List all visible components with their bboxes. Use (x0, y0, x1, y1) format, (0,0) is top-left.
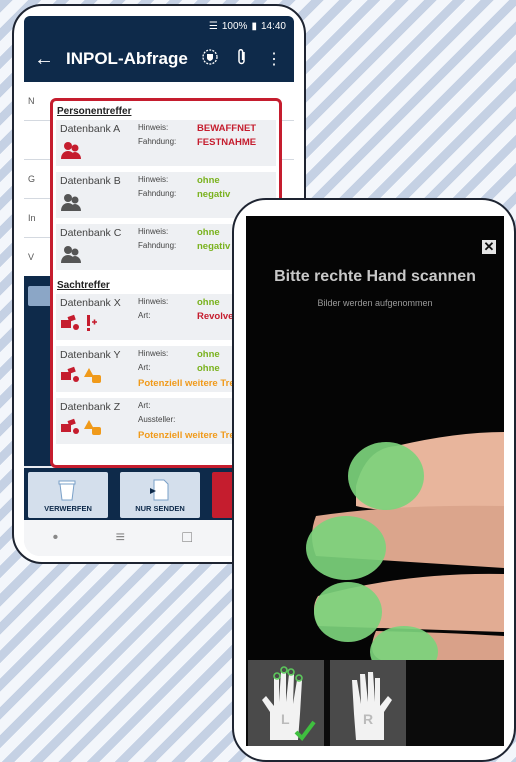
field-label: Fahndung: (138, 137, 177, 146)
back-arrow-icon[interactable]: ← (34, 48, 54, 71)
field-value: ohne (197, 363, 220, 374)
field-value: negativ (197, 241, 231, 252)
close-icon[interactable]: ✕ (482, 240, 496, 254)
discard-label: VERWERFEN (44, 504, 92, 513)
field-value: ohne (197, 297, 220, 308)
right-hand-thumb[interactable]: R (330, 660, 406, 746)
paperclip-icon[interactable] (232, 48, 252, 71)
person-alert-icon (60, 140, 82, 165)
section-title-persons: Personentreffer (57, 106, 132, 117)
scan-subtitle: Bilder werden aufgenommen (317, 298, 433, 308)
phone-right: ✕ Bitte rechte Hand scannen Bilder werde… (232, 198, 516, 762)
field-label: Fahndung: (138, 189, 177, 198)
field-label: Art: (138, 311, 151, 320)
clock: 14:40 (260, 20, 286, 32)
field-label: Hinweis: (138, 297, 169, 306)
field-label: Hinweis: (138, 349, 169, 358)
discard-button[interactable]: VERWERFEN (28, 472, 108, 518)
overflow-menu-icon[interactable]: ⋮ (264, 49, 284, 69)
alert-exclamation-icon (84, 314, 98, 337)
police-badge-icon (200, 48, 220, 71)
field-value: ohne (197, 175, 220, 186)
right-hand-icon: R (352, 672, 392, 740)
right-hand-letter: R (363, 711, 373, 727)
weapon-icon (60, 366, 80, 389)
battery-icon: ▮ (251, 20, 257, 32)
person-hit-a[interactable]: Datenbank A Hinweis: BEWAFFNET Fahndung:… (56, 120, 276, 166)
field-label: Art: (138, 363, 151, 372)
warning-hand-icon (84, 368, 102, 389)
database-name: Datenbank C (60, 227, 122, 239)
wifi-icon: ☰ (208, 20, 218, 32)
field-value: FESTNAHME (197, 137, 257, 148)
field-label: Hinweis: (138, 175, 169, 184)
database-name: Datenbank A (60, 123, 121, 135)
send-only-button[interactable]: NUR SENDEN (120, 472, 200, 518)
nav-dot-icon[interactable]: • (53, 529, 59, 547)
field-label: Hinweis: (138, 123, 169, 132)
send-document-icon (148, 478, 172, 504)
left-hand-letter: L (281, 711, 290, 727)
weapon-icon (60, 314, 80, 337)
field-value: negativ (197, 189, 231, 200)
field-value: ohne (197, 227, 220, 238)
field-label: Aussteller: (138, 415, 176, 424)
database-name: Datenbank Y (60, 349, 121, 361)
field-label: Hinweis: (138, 227, 169, 236)
send-only-label: NUR SENDEN (135, 504, 185, 513)
app-bar: ← INPOL-Abfrage ⋮ (24, 36, 294, 82)
fingertip-overlay (306, 516, 386, 580)
status-bar: ☰ 100% ▮ 14:40 (24, 16, 294, 36)
field-label: Art: (138, 401, 151, 410)
warning-hand-icon (84, 420, 102, 441)
trash-icon (56, 478, 78, 504)
recent-apps-icon[interactable]: ≡ (116, 529, 125, 547)
left-hand-icon: L (262, 666, 316, 742)
database-name: Datenbank Z (60, 401, 121, 413)
left-hand-thumb[interactable]: L (248, 660, 324, 746)
field-label: Fahndung: (138, 241, 177, 250)
person-icon (60, 244, 82, 269)
database-name: Datenbank X (60, 297, 121, 309)
fingertip-overlay (348, 442, 424, 510)
battery-level: 100% (221, 20, 248, 32)
page-title: INPOL-Abfrage (66, 49, 188, 68)
home-icon[interactable]: □ (182, 529, 192, 547)
scan-screen: ✕ Bitte rechte Hand scannen Bilder werde… (246, 216, 504, 746)
scan-title: Bitte rechte Hand scannen (274, 268, 476, 285)
field-value: BEWAFFNET (197, 123, 257, 134)
finger-scan-view (306, 432, 504, 660)
database-name: Datenbank B (60, 175, 121, 187)
person-icon (60, 192, 82, 217)
fingertip-overlay (314, 582, 382, 642)
field-value: ohne (197, 349, 220, 360)
weapon-icon (60, 418, 80, 441)
hand-selector: L R (246, 660, 504, 746)
